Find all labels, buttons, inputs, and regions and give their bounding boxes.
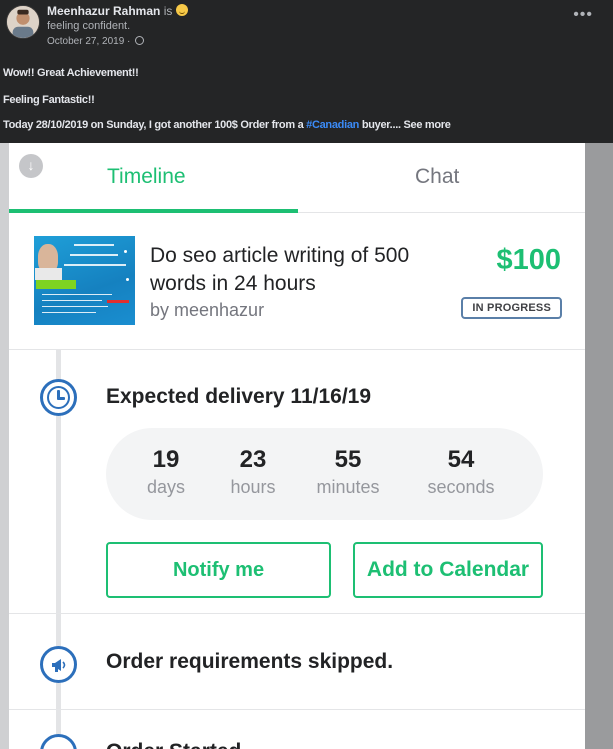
- gig-thumb-banner: [36, 280, 76, 289]
- gig-thumb-line: [74, 244, 114, 246]
- screenshot-gutter: [585, 143, 613, 749]
- author-line: Meenhazur Rahman is: [47, 4, 188, 18]
- active-tab-indicator: [9, 209, 298, 213]
- add-to-calendar-button[interactable]: Add to Calendar: [353, 542, 543, 598]
- author-is-text: is: [163, 4, 173, 18]
- countdown-unit: minutes: [316, 477, 380, 497]
- author-avatar[interactable]: [6, 5, 40, 39]
- post-line-3-start: Today 28/10/2019 on Sunday, I got anothe…: [3, 119, 307, 131]
- countdown-value: 23: [239, 446, 267, 473]
- gig-thumb-line: [42, 300, 102, 301]
- gig-title[interactable]: Do seo article writing of 500 words in 2…: [150, 242, 470, 298]
- countdown-value: 55: [334, 446, 362, 473]
- gig-thumb-line: [42, 294, 112, 295]
- gig-thumb-line: [42, 312, 96, 313]
- tab-chat[interactable]: Chat: [415, 165, 459, 189]
- notify-me-button[interactable]: Notify me: [106, 542, 331, 598]
- clock-icon: [40, 379, 77, 416]
- countdown-value: 19: [152, 446, 180, 473]
- status-badge: IN PROGRESS: [461, 297, 562, 319]
- globe-icon: [135, 36, 145, 45]
- gig-thumb-shirt: [35, 268, 62, 280]
- tab-timeline[interactable]: Timeline: [107, 165, 186, 189]
- next-step-icon: [40, 734, 77, 749]
- gig-thumbnail[interactable]: [34, 236, 135, 325]
- clock-minute-hand: [57, 397, 65, 400]
- order-tabs: ↓ Timeline Chat: [9, 143, 585, 213]
- order-summary: Do seo article writing of 500 words in 2…: [9, 214, 585, 350]
- see-more-link[interactable]: See more: [401, 119, 450, 131]
- countdown-value: 54: [447, 446, 475, 473]
- section-divider: [9, 709, 585, 710]
- post-date[interactable]: October 27, 2019 ·: [47, 36, 130, 47]
- order-screenshot: ↓ Timeline Chat Do seo article writing o…: [0, 143, 613, 749]
- countdown-timer: 19 days 23 hours 55 minutes 54 seconds: [106, 428, 543, 520]
- post-line-2: Feeling Fantastic!!: [3, 94, 95, 106]
- more-options-icon[interactable]: •••: [573, 6, 593, 24]
- author-name[interactable]: Meenhazur Rahman: [47, 4, 160, 18]
- countdown-unit: hours: [230, 477, 276, 497]
- countdown-minutes: 55 minutes: [306, 445, 390, 499]
- gig-thumb-dot: [124, 250, 127, 253]
- post-line-3: Today 28/10/2019 on Sunday, I got anothe…: [3, 119, 451, 131]
- expected-delivery: Expected delivery 11/16/19: [106, 385, 372, 408]
- megaphone-icon: [40, 646, 77, 683]
- countdown-days: 19 days: [136, 445, 196, 499]
- gig-thumb-line: [42, 306, 108, 307]
- post-header: Meenhazur Rahman is feeling confident. O…: [0, 0, 613, 143]
- post-line-3-end: buyer....: [359, 119, 401, 131]
- countdown-unit: days: [146, 477, 186, 497]
- gig-thumb-dot: [126, 278, 129, 281]
- avatar-photo-icon: [7, 6, 39, 38]
- gig-thumb-line: [70, 254, 118, 256]
- countdown-hours: 23 hours: [218, 445, 288, 499]
- post-meta: October 27, 2019 ·: [47, 36, 145, 47]
- requirements-status: Order requirements skipped.: [106, 650, 394, 673]
- feeling-text: feeling confident.: [47, 20, 131, 32]
- order-card: ↓ Timeline Chat Do seo article writing o…: [9, 143, 585, 749]
- countdown-unit: seconds: [427, 477, 495, 497]
- gig-thumb-red-mark: [107, 300, 129, 303]
- order-price: $100: [496, 244, 561, 276]
- next-timeline-item: Order Started: [106, 740, 241, 749]
- down-arrow-icon[interactable]: ↓: [19, 154, 43, 178]
- hashtag-link[interactable]: #Canadian: [306, 119, 359, 131]
- section-divider: [9, 613, 585, 614]
- feeling-emoji-icon: [175, 4, 188, 16]
- seller-name: by meenhazur: [150, 300, 265, 320]
- post-line-1: Wow!! Great Achievement!!: [3, 67, 139, 79]
- gig-thumb-line: [64, 264, 126, 266]
- megaphone-glyph: [52, 659, 66, 672]
- countdown-seconds: 54 seconds: [416, 445, 506, 499]
